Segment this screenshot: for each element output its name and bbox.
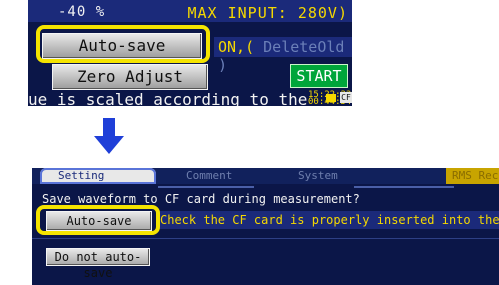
tab-setting[interactable]: Setting [40,168,156,184]
notice-text: Check the CF card is properly inserted i… [160,213,499,227]
start-button[interactable]: START [290,64,348,88]
zero-adjust-button[interactable]: Zero Adjust [52,64,208,90]
tab-comment[interactable]: Comment [172,168,296,184]
down-arrow-icon [94,118,124,154]
highlight-frame [36,25,210,63]
question-text: Save waveform to CF card during measurem… [42,192,360,206]
battery-icon [326,94,336,102]
no-auto-save-button[interactable]: Do not auto-save [46,248,150,280]
bottom-screen-panel: Setting Comment System RMS Rec Save wave… [32,168,499,285]
tab-rms-rec[interactable]: RMS Rec [446,168,499,184]
cf-card-icon: CF [340,92,352,103]
row-divider [32,238,499,239]
tab-underline [158,186,254,188]
max-input-label: MAX INPUT: 280V) [187,4,348,22]
status-ticker: ue is scaled according to the [28,90,308,106]
on-status-label: ON,( [218,38,255,56]
highlight-frame [36,205,160,235]
tab-underline [354,186,454,188]
top-screen-panel: -40 % MAX INPUT: 280V) Auto-save ON,( De… [28,0,352,106]
range-value: -40 % [58,4,106,20]
tab-system[interactable]: System [284,168,448,184]
